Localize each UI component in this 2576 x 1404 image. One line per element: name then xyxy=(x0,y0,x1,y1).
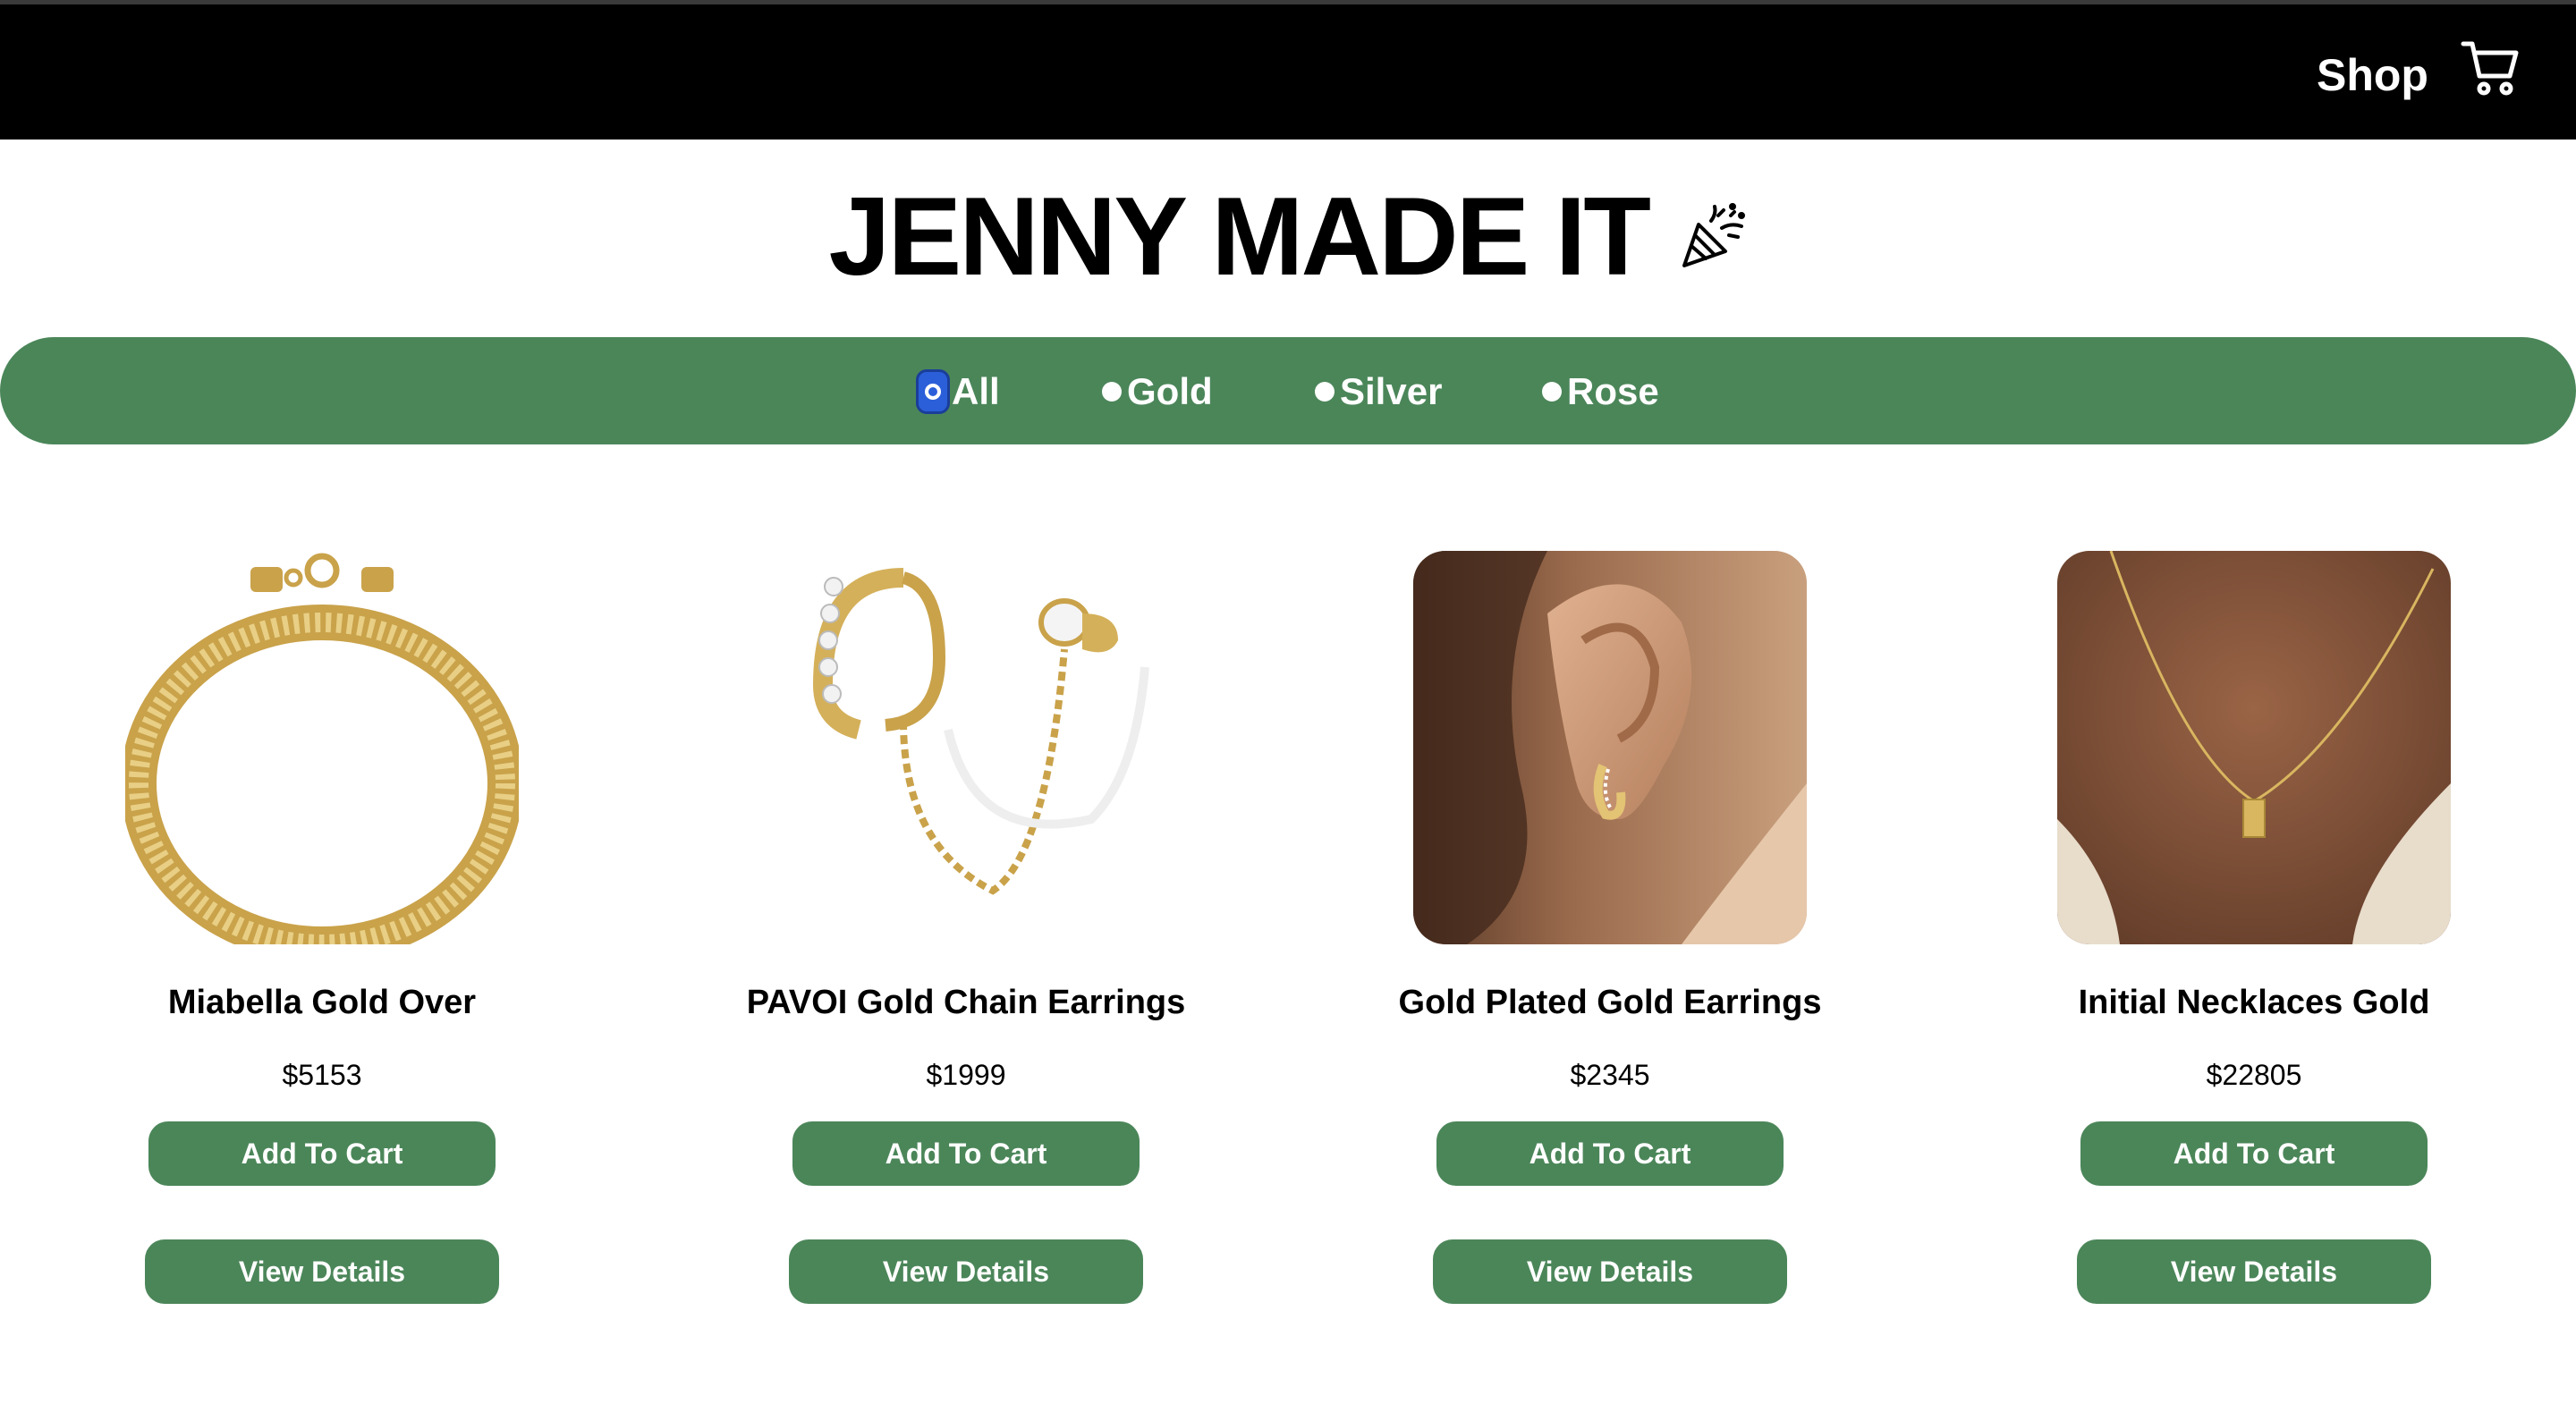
product-card: Initial Necklaces Gold $22805 Add To Car… xyxy=(1932,551,2576,1338)
view-details-button[interactable]: View Details xyxy=(2077,1239,2431,1304)
product-name[interactable]: PAVOI Gold Chain Earrings xyxy=(644,984,1288,1022)
add-to-cart-button[interactable]: Add To Cart xyxy=(148,1121,496,1186)
radio-icon[interactable] xyxy=(1315,382,1335,402)
radio-icon[interactable] xyxy=(1542,382,1562,402)
filter-label: Gold xyxy=(1127,370,1213,412)
top-navbar: Shop xyxy=(0,0,2576,140)
product-name[interactable]: Miabella Gold Over xyxy=(0,984,644,1022)
filter-label: All xyxy=(952,370,1000,412)
brand-header: JENNY MADE IT xyxy=(0,179,2576,295)
radio-icon[interactable] xyxy=(1102,382,1122,402)
product-image-bracelet[interactable] xyxy=(125,551,519,944)
view-details-button[interactable]: View Details xyxy=(789,1239,1143,1304)
add-to-cart-button[interactable]: Add To Cart xyxy=(1436,1121,1784,1186)
filter-all[interactable]: All xyxy=(916,369,1000,414)
product-name[interactable]: Initial Necklaces Gold xyxy=(1932,984,2576,1022)
filter-silver[interactable]: Silver xyxy=(1315,369,1442,414)
product-price: $5153 xyxy=(282,1059,362,1091)
view-details-button[interactable]: View Details xyxy=(1433,1239,1787,1304)
shop-link[interactable]: Shop xyxy=(2317,49,2428,101)
product-price: $2345 xyxy=(1570,1059,1650,1091)
view-details-button[interactable]: View Details xyxy=(145,1239,499,1304)
product-card: PAVOI Gold Chain Earrings $1999 Add To C… xyxy=(644,551,1288,1338)
page-title: JENNY MADE IT xyxy=(828,175,1651,299)
product-price: $22805 xyxy=(2206,1059,2302,1091)
product-image-ear-earrings[interactable] xyxy=(1413,551,1807,944)
party-popper-icon xyxy=(1679,203,1747,271)
add-to-cart-button[interactable]: Add To Cart xyxy=(792,1121,1140,1186)
filter-gold[interactable]: Gold xyxy=(1102,369,1213,414)
add-to-cart-button[interactable]: Add To Cart xyxy=(2080,1121,2428,1186)
product-image-chain-earrings[interactable] xyxy=(769,551,1163,944)
filter-rose[interactable]: Rose xyxy=(1542,369,1659,414)
product-price: $1999 xyxy=(926,1059,1006,1091)
product-card: Miabella Gold Over $5153 Add To Cart Vie… xyxy=(0,551,644,1338)
category-filter-bar: All Gold Silver Rose xyxy=(0,337,2576,444)
product-name[interactable]: Gold Plated Gold Earrings xyxy=(1288,984,1932,1022)
filter-label: Rose xyxy=(1567,370,1659,412)
product-card: Gold Plated Gold Earrings $2345 Add To C… xyxy=(1288,551,1932,1338)
product-image-necklace[interactable] xyxy=(2057,551,2451,944)
radio-selected-icon[interactable] xyxy=(916,369,950,414)
filter-label: Silver xyxy=(1340,370,1443,412)
cart-icon[interactable] xyxy=(2460,37,2522,99)
